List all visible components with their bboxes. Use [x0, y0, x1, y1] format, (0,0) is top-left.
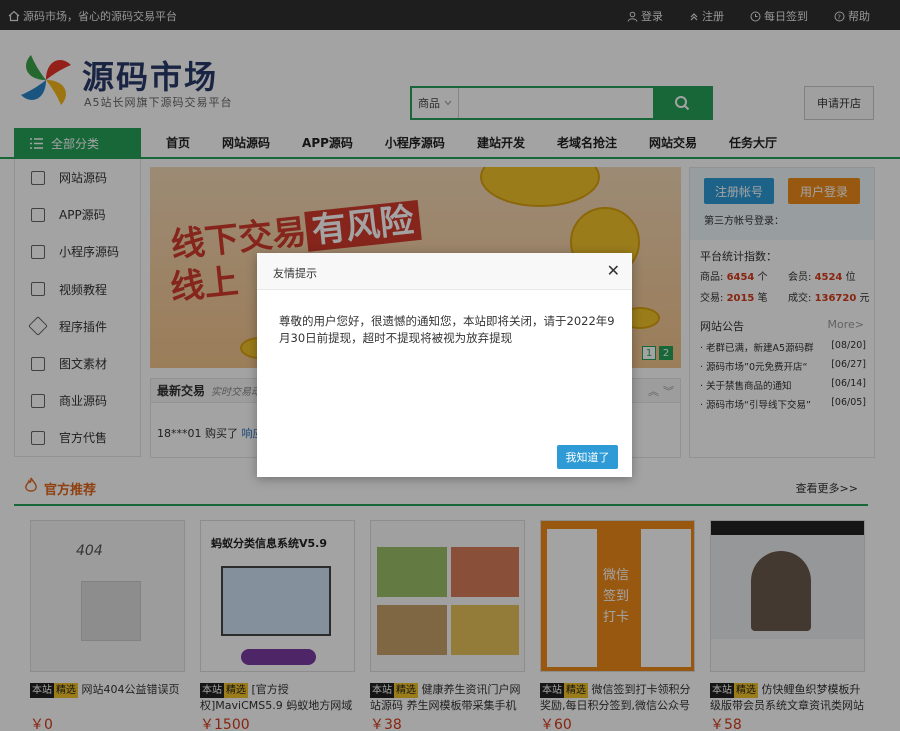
notice-dialog: 友情提示 ✕ 尊敬的用户您好，很遗憾的通知您，本站即将关闭，请于2022年9月3…: [257, 253, 632, 477]
dialog-header: 友情提示 ✕: [257, 253, 632, 290]
dialog-title: 友情提示: [273, 265, 317, 281]
close-icon[interactable]: ✕: [607, 261, 620, 280]
acknowledge-button[interactable]: 我知道了: [557, 445, 618, 469]
dialog-message: 尊敬的用户您好，很遗憾的通知您，本站即将关闭，请于2022年9月30日前提现，超…: [279, 313, 619, 347]
